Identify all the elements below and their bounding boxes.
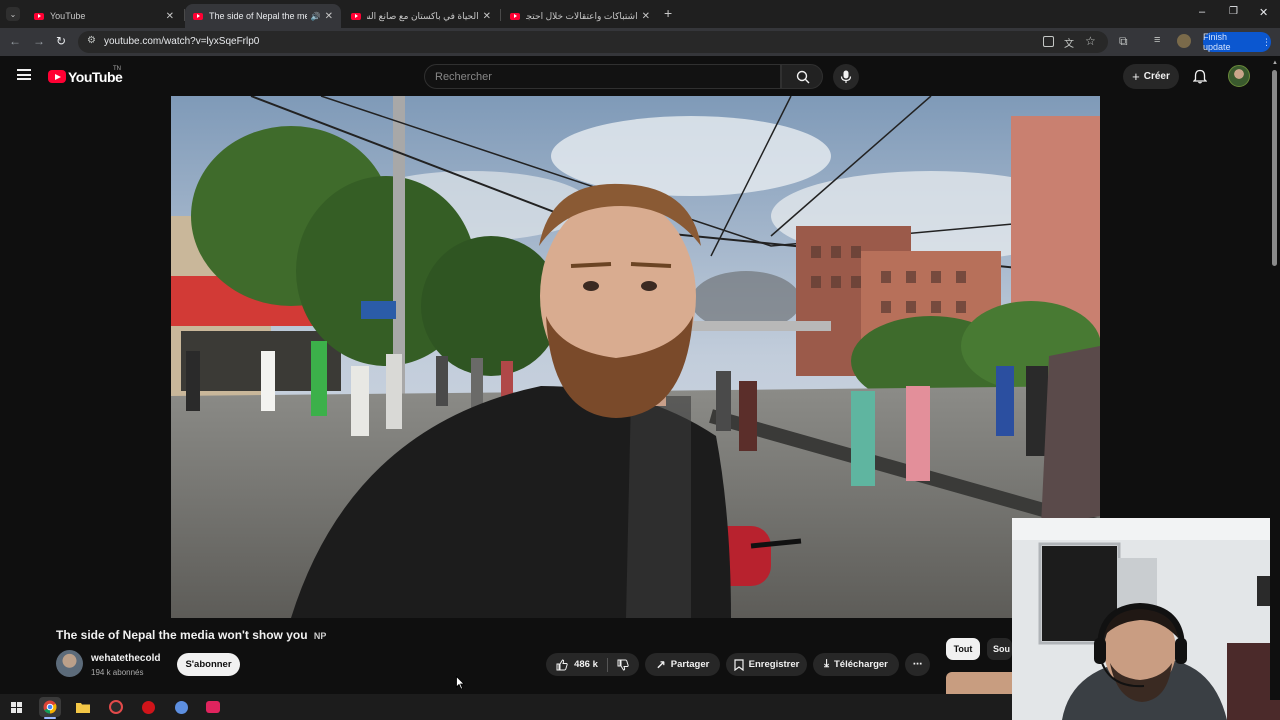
app-icon-2[interactable]	[137, 697, 159, 717]
browser-tab-pakistan[interactable]: الحياة في باكستان مع صانع السلا ✕	[343, 4, 499, 28]
menu-icon[interactable]	[17, 69, 31, 80]
youtube-favicon	[34, 12, 44, 20]
close-icon[interactable]: ✕	[483, 11, 491, 22]
browser-toolbar: ← → ↻ ⚙ youtube.com/watch?v=lyxSqeFrlp0 …	[0, 28, 1280, 56]
windows-start-icon[interactable]	[5, 697, 27, 717]
taskbar	[0, 694, 1012, 720]
extensions-icon[interactable]: ⧉	[1119, 34, 1128, 49]
mic-icon	[840, 70, 852, 83]
download-label: Télécharger	[834, 659, 888, 670]
chip-all[interactable]: Tout	[946, 638, 980, 660]
close-icon[interactable]: ✕	[166, 11, 174, 22]
bookmark-star-icon[interactable]: ☆	[1085, 34, 1096, 48]
tab-title: YouTube	[50, 11, 86, 21]
more-actions-button[interactable]: ⋯	[905, 653, 930, 676]
close-icon[interactable]: ✕	[325, 11, 333, 22]
app-icon-4[interactable]	[202, 697, 224, 717]
tab-list-icon[interactable]: ⌄	[6, 7, 20, 21]
translate-icon[interactable]: 文	[1064, 35, 1074, 50]
subscriber-count: 194 k abonnés	[91, 668, 144, 677]
video-title-text: The side of Nepal the media won't show y…	[56, 628, 308, 642]
app-icon-3[interactable]	[170, 697, 192, 717]
search-button[interactable]	[781, 64, 823, 89]
save-button[interactable]: Enregistrer	[726, 653, 807, 676]
video-title: The side of Nepal the media won't show y…	[56, 628, 326, 642]
chrome-icon[interactable]	[39, 697, 61, 717]
minimize-icon[interactable]: –	[1199, 6, 1205, 18]
bell-icon[interactable]	[1193, 69, 1207, 84]
webcam-frame	[1012, 518, 1280, 720]
browser-tab-clashes[interactable]: اشتباكات واعتقالات خلال احتجاجا ✕	[502, 4, 658, 28]
search-placeholder: Rechercher	[435, 71, 492, 83]
search-input[interactable]: Rechercher	[424, 64, 781, 89]
save-icon	[734, 658, 744, 671]
youtube-favicon	[351, 12, 361, 20]
country-tag: NP	[313, 631, 327, 641]
download-icon: ⤓	[824, 658, 829, 670]
save-label: Enregistrer	[748, 659, 800, 670]
app-icon-1[interactable]	[105, 697, 127, 717]
chip-second[interactable]: Sou	[987, 638, 1012, 660]
share-icon: ↗	[655, 657, 666, 672]
more-vert-icon: ⋮	[1262, 36, 1271, 47]
create-button[interactable]: + Créer	[1123, 64, 1179, 89]
file-explorer-icon[interactable]	[72, 697, 94, 717]
channel-avatar[interactable]	[56, 650, 83, 677]
browser-tab-youtube[interactable]: YouTube ✕	[26, 4, 182, 28]
plus-icon: +	[1132, 69, 1140, 84]
youtube-favicon	[510, 12, 520, 20]
voice-search-button[interactable]	[833, 64, 859, 90]
recommended-thumbnail[interactable]	[946, 672, 1012, 694]
mouse-cursor-icon	[456, 676, 465, 690]
scrollbar-thumb[interactable]	[1272, 70, 1277, 266]
create-label: Créer	[1143, 71, 1170, 82]
media-control-icon[interactable]: ≡	[1154, 34, 1160, 46]
close-icon[interactable]: ✕	[642, 11, 650, 22]
account-avatar[interactable]	[1228, 65, 1250, 87]
speaker-icon[interactable]: 🔊	[311, 12, 321, 21]
thumb-down-icon[interactable]	[617, 659, 629, 671]
install-icon[interactable]	[1043, 36, 1054, 47]
scroll-up-arrow[interactable]: ▲	[1272, 60, 1278, 66]
country-code: TN	[113, 66, 121, 72]
youtube-logo-icon[interactable]	[48, 70, 66, 83]
search-icon	[796, 70, 810, 84]
subscribe-button[interactable]: S'abonner	[177, 653, 240, 676]
url-text[interactable]: youtube.com/watch?v=lyxSqeFrlp0	[104, 36, 259, 47]
like-button[interactable]: 486 k	[556, 658, 598, 671]
new-tab-icon[interactable]: +	[664, 5, 672, 21]
youtube-header: YouTube TN Rechercher + Créer	[0, 56, 1280, 96]
browser-tab-strip: ⌄ YouTube ✕ The side of Nepal the media …	[0, 0, 1280, 28]
like-count: 486 k	[574, 659, 598, 670]
more-horiz-icon: ⋯	[912, 659, 923, 670]
site-info-icon[interactable]: ⚙	[87, 35, 96, 46]
reload-icon[interactable]: ↻	[56, 34, 66, 48]
finish-update-button[interactable]: Finish update ⋮	[1203, 32, 1271, 52]
forward-icon[interactable]: →	[33, 34, 45, 48]
tab-title: اشتباكات واعتقالات خلال احتجاجا	[526, 10, 638, 21]
profile-icon[interactable]	[1177, 34, 1191, 48]
download-button[interactable]: ⤓ Télécharger	[813, 653, 899, 676]
webcam-overlay	[1012, 518, 1280, 720]
share-button[interactable]: ↗ Partager	[645, 653, 720, 676]
tab-title: The side of Nepal the media	[209, 11, 307, 21]
thumb-up-icon	[556, 658, 568, 670]
finish-update-label: Finish update	[1203, 32, 1231, 52]
channel-name[interactable]: wehatethecold	[91, 653, 160, 664]
youtube-favicon	[193, 12, 203, 20]
browser-tab-nepal[interactable]: The side of Nepal the media 🔊 ✕	[185, 4, 341, 28]
like-dislike-group: 486 k	[546, 653, 639, 676]
back-icon[interactable]: ←	[9, 34, 21, 48]
video-player[interactable]	[171, 96, 1100, 618]
restore-icon[interactable]: ❐	[1229, 6, 1238, 17]
video-frame	[171, 96, 1100, 618]
active-app-indicator	[44, 717, 56, 719]
divider	[606, 657, 608, 672]
share-label: Partager	[670, 659, 710, 670]
tab-title: الحياة في باكستان مع صانع السلا	[367, 10, 479, 21]
window-close-icon[interactable]: ✕	[1259, 6, 1268, 19]
page-scrollbar[interactable]: ▲	[1270, 60, 1280, 700]
address-bar[interactable]: ⚙ youtube.com/watch?v=lyxSqeFrlp0 文 ☆	[78, 31, 1108, 53]
